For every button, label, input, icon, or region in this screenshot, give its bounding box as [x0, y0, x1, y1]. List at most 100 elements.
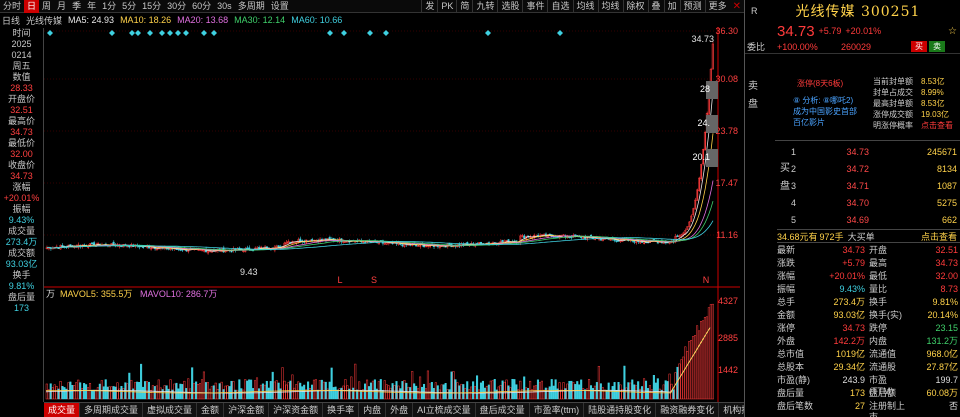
tool-button[interactable]: 事件: [522, 0, 547, 13]
indicator-tab[interactable]: 内盘: [359, 403, 387, 417]
volume-bar: [580, 379, 583, 400]
volume-bar: [399, 388, 402, 400]
quote-label: 换手(实): [869, 310, 902, 320]
tool-button[interactable]: 九转: [472, 0, 497, 13]
volume-bar: [208, 388, 211, 400]
indicator-tab[interactable]: AI立梳成交量: [413, 403, 476, 417]
volume-bar: [672, 389, 675, 400]
volume-bar: [481, 380, 484, 400]
tool-button[interactable]: 均线: [597, 0, 623, 13]
tool-button[interactable]: 叠: [647, 0, 664, 13]
quote-label: 外盘: [777, 336, 796, 346]
seal-label: 明涨停概率: [873, 121, 913, 130]
bid-row[interactable]: 1 34.73 245671: [791, 144, 960, 160]
period-button[interactable]: 30分: [164, 0, 189, 13]
bid-row[interactable]: 3 34.71 1087: [791, 178, 960, 194]
tool-button[interactable]: 简: [456, 0, 472, 13]
period-button[interactable]: 日: [24, 0, 40, 13]
period-button[interactable]: 1分: [99, 0, 119, 13]
indicator-tab[interactable]: 市盈率(ttm): [530, 403, 585, 417]
tool-button[interactable]: PK: [437, 0, 456, 13]
volume-bar: [275, 380, 278, 400]
volume-bar: [299, 382, 302, 400]
period-button[interactable]: 周: [39, 0, 54, 13]
quote-row: 盘后量 173 盘后额 60.08万: [777, 388, 960, 399]
tool-button[interactable]: 更多: [704, 0, 730, 13]
info-value: 0214: [11, 50, 32, 60]
tool-button[interactable]: 加: [663, 0, 680, 13]
bid-row[interactable]: 2 34.72 8134: [791, 161, 960, 177]
indicator-tab[interactable]: 换手率: [323, 403, 360, 417]
period-button[interactable]: 月: [54, 0, 69, 13]
event-marker-icon: [175, 30, 181, 36]
bid-row[interactable]: 4 34.70 5275: [791, 195, 960, 211]
news-line[interactable]: 成为中国影史首部: [793, 106, 873, 117]
candle-body: [523, 235, 526, 239]
quote-label: 盘后量: [777, 388, 805, 398]
tool-button[interactable]: 预测: [679, 0, 705, 13]
bid-row[interactable]: 5 34.69 662: [791, 212, 960, 228]
quote-label: 注册制上市: [869, 401, 906, 417]
candle-body: [676, 235, 679, 237]
volume-bar: [87, 387, 90, 400]
period-button[interactable]: 季: [69, 0, 84, 13]
volume-bar: [336, 389, 339, 400]
period-button[interactable]: 年: [84, 0, 99, 13]
news-line[interactable]: ⑧ 分析: ⑧哪吒2): [793, 95, 873, 106]
period-button[interactable]: 设置: [268, 0, 292, 13]
period-button[interactable]: 分时: [0, 0, 24, 13]
indicator-tab[interactable]: 沪深资金额: [269, 403, 324, 417]
volume-bar: [513, 379, 516, 400]
sell-button[interactable]: 卖: [929, 41, 945, 52]
indicator-tab[interactable]: 外盘: [386, 403, 414, 417]
news-line[interactable]: 百亿影片: [793, 117, 873, 128]
period-button[interactable]: 多周期: [235, 0, 268, 13]
bid-price: 34.73: [846, 147, 869, 157]
star-icon[interactable]: ☆: [948, 26, 957, 37]
tool-button[interactable]: 除权: [622, 0, 648, 13]
volume-bar: [216, 388, 219, 400]
info-label: 振幅: [12, 204, 31, 214]
period-button[interactable]: 60分: [189, 0, 214, 13]
indicator-tab[interactable]: 多周期成交量: [80, 403, 144, 417]
indicator-tab[interactable]: 沪深金额: [224, 403, 270, 417]
quote-value: +20.01%: [829, 271, 865, 281]
tool-button[interactable]: 自选: [547, 0, 572, 13]
indicator-tab[interactable]: 陆股通持股变化: [584, 403, 657, 417]
volume-bar: [696, 325, 699, 400]
volume-bar: [265, 380, 268, 400]
tool-button[interactable]: 均线: [572, 0, 598, 13]
volume-bar: [709, 304, 712, 400]
volume-bar: [495, 389, 498, 400]
stock-title: R 光线传媒 300251: [745, 0, 960, 22]
volume-bar: [51, 387, 54, 400]
indicator-tab[interactable]: 金额: [197, 403, 225, 417]
indicator-tab[interactable]: 虚拟成交量: [143, 403, 198, 417]
volume-bar: [646, 388, 650, 400]
kline-svg[interactable]: 36.30 30.08 23.78 17.47 11.16 4327 2885 1442 34.…: [44, 26, 740, 402]
tool-button[interactable]: 选股: [497, 0, 522, 13]
bid-volume: 1087: [936, 181, 957, 191]
tool-button[interactable]: 发: [421, 0, 437, 13]
period-button[interactable]: 30s: [214, 0, 235, 13]
volume-bar: [411, 371, 414, 400]
period-button[interactable]: 5分: [119, 0, 139, 13]
price-pct: +20.01%: [845, 26, 882, 36]
indicator-tab[interactable]: 融资融券变化: [656, 403, 720, 417]
period-button[interactable]: 15分: [139, 0, 164, 13]
volume-bar: [692, 336, 695, 400]
info-value: 28.33: [10, 83, 33, 93]
buy-button[interactable]: 买: [911, 41, 927, 52]
ma-legend-item: MA60: 10.66: [291, 15, 343, 25]
bid-volume: 8134: [936, 164, 957, 174]
close-icon[interactable]: ✕: [733, 1, 741, 12]
indicator-tab[interactable]: 盘后成交量: [476, 403, 530, 417]
kline-chart[interactable]: 36.30 30.08 23.78 17.47 11.16 4327 2885 1442 34.…: [44, 26, 740, 402]
bigorder-link[interactable]: 点击查看: [921, 230, 957, 243]
indicator-tab[interactable]: 成交量: [44, 403, 81, 417]
limit-up-news[interactable]: 涨停(8天6板) ⑧ 分析: ⑧哪吒2) 成为中国影史首部 百亿影片: [793, 56, 873, 128]
seal-value[interactable]: 点击查看: [921, 120, 953, 131]
volume-bar: [291, 374, 294, 400]
volume-bar: [519, 380, 522, 400]
info-value: 9.43%: [8, 215, 35, 225]
